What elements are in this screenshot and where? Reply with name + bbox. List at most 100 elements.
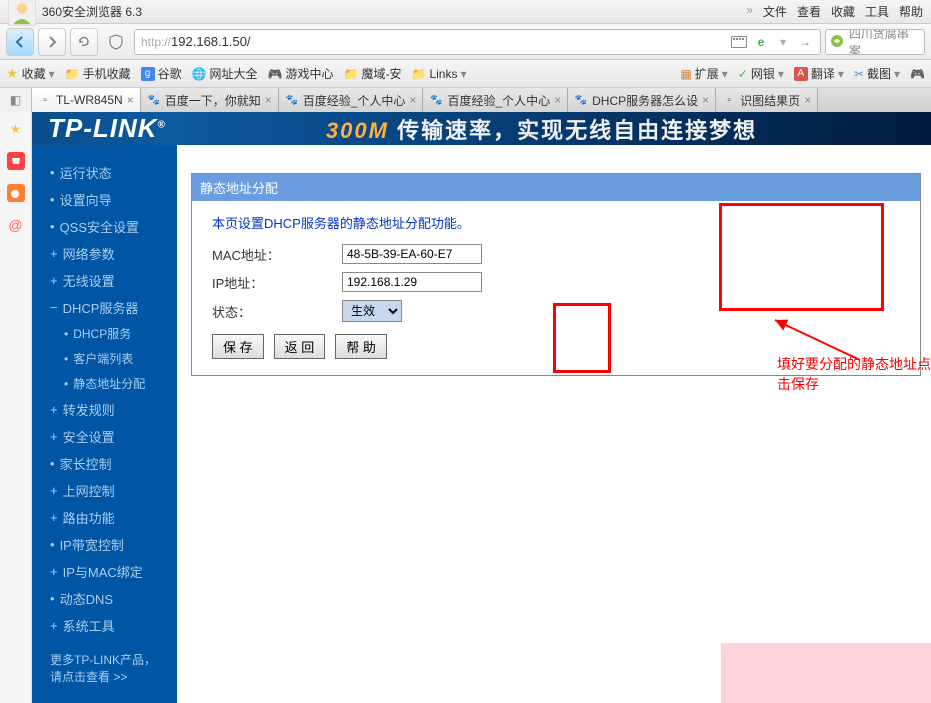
ip-input[interactable] (342, 272, 482, 292)
search-engine-icon (830, 34, 846, 50)
pin-tab[interactable]: ◧ (0, 88, 32, 112)
extensions-button[interactable]: ▦扩展▾ (680, 65, 727, 82)
nav-subitem[interactable]: 客户端列表 (32, 346, 177, 371)
menu-tools[interactable]: 工具 (865, 3, 889, 20)
nav-item[interactable]: 无线设置 (32, 267, 177, 294)
nav-item[interactable]: 动态DNS (32, 585, 177, 612)
grid-icon: ▦ (680, 67, 691, 81)
back-button[interactable] (6, 28, 34, 56)
address-bar[interactable]: http://192.168.1.50/ e ▾ → (134, 29, 821, 55)
tab[interactable]: 🐾 百度一下，你就知 × (141, 88, 279, 112)
shopping-icon[interactable] (7, 152, 25, 170)
help-button[interactable]: 帮 助 (335, 334, 387, 359)
tab-label: DHCP服务器怎么设 (592, 92, 698, 109)
close-icon[interactable]: × (409, 93, 416, 107)
nav-item[interactable]: 网络参数 (32, 240, 177, 267)
weibo-icon[interactable] (7, 184, 25, 202)
nav-item[interactable]: 路由功能 (32, 504, 177, 531)
close-icon[interactable]: × (804, 93, 811, 107)
folder-icon: 📁 (65, 67, 80, 81)
menu-favorites[interactable]: 收藏 (831, 3, 855, 20)
menu-help[interactable]: 帮助 (899, 3, 923, 20)
search-box[interactable]: 四川贪腐串案 (825, 29, 925, 55)
bookmark-item[interactable]: 🎮游戏中心 (268, 65, 334, 82)
tab-strip: ◧ ▫ TL-WR845N × 🐾 百度一下，你就知 × 🐾 百度经验_个人中心… (0, 88, 931, 112)
forward-button[interactable] (38, 28, 66, 56)
search-placeholder: 四川贪腐串案 (849, 29, 920, 55)
tab-active[interactable]: ▫ TL-WR845N × (32, 88, 141, 112)
star-icon: ★ (6, 65, 19, 82)
menu-view[interactable]: 查看 (797, 3, 821, 20)
nav-item[interactable]: 运行状态 (32, 159, 177, 186)
keyboard-icon[interactable] (730, 34, 748, 50)
nav-more-link[interactable]: 更多TP-LINK产品， 请点击查看 >> (32, 639, 177, 689)
nav-item[interactable]: 安全设置 (32, 423, 177, 450)
bookmark-item[interactable]: 📁手机收藏 (65, 65, 131, 82)
tab-label: 识图结果页 (740, 92, 800, 109)
browser-sidebar: ★ @ (0, 112, 32, 703)
bookmarks-bar: ★收藏▾ 📁手机收藏 g谷歌 🌐网址大全 🎮游戏中心 📁魔域-安 📁Links▾… (0, 60, 931, 88)
nav-item[interactable]: 系统工具 (32, 612, 177, 639)
url-prefix: http:// (141, 35, 171, 49)
tab[interactable]: 🐾 百度经验_个人中心 × (423, 88, 568, 112)
more-icon[interactable]: » (746, 3, 753, 20)
tplink-logo: TP-LINK® (48, 113, 166, 144)
nav-item[interactable]: 上网控制 (32, 477, 177, 504)
watermark-overlay (721, 643, 931, 703)
close-icon[interactable]: × (265, 93, 272, 107)
bookmark-item[interactable]: g谷歌 (141, 65, 182, 82)
status-select[interactable]: 生效 (342, 300, 402, 322)
router-main: 静态地址分配 本页设置DHCP服务器的静态地址分配功能。 MAC地址： IP地址… (177, 145, 931, 703)
compat-e-icon[interactable]: e (752, 34, 770, 50)
nav-item[interactable]: 转发规则 (32, 396, 177, 423)
tab[interactable]: 🐾 百度经验_个人中心 × (279, 88, 424, 112)
bookmark-item[interactable]: 📁Links▾ (411, 67, 466, 81)
bank-label: 网银 (751, 65, 775, 82)
favorites-button[interactable]: ★收藏▾ (6, 65, 55, 82)
nav-item[interactable]: 设置向导 (32, 186, 177, 213)
at-icon[interactable]: @ (7, 216, 25, 234)
netbank-button[interactable]: ✓网银▾ (738, 65, 784, 82)
go-arrow-icon[interactable]: → (796, 34, 814, 50)
dropdown-icon[interactable]: ▾ (774, 34, 792, 50)
translate-button[interactable]: A翻译▾ (794, 65, 844, 82)
user-avatar-icon[interactable] (8, 0, 36, 26)
mac-input[interactable] (342, 244, 482, 264)
close-icon[interactable]: × (127, 93, 134, 107)
page-icon: ▫ (38, 93, 52, 107)
tab[interactable]: 🐾 DHCP服务器怎么设 × (568, 88, 716, 112)
page-icon: ▫ (722, 93, 736, 107)
panel-title: 静态地址分配 (192, 174, 920, 201)
nav-subitem[interactable]: DHCP服务 (32, 321, 177, 346)
back-button[interactable]: 返 回 (274, 334, 326, 359)
config-panel: 静态地址分配 本页设置DHCP服务器的静态地址分配功能。 MAC地址： IP地址… (191, 173, 921, 376)
save-button[interactable]: 保 存 (212, 334, 264, 359)
favorites-label: 收藏 (22, 65, 46, 82)
nav-item[interactable]: DHCP服务器 (32, 294, 177, 321)
nav-item[interactable]: IP带宽控制 (32, 531, 177, 558)
nav-subitem[interactable]: 静态地址分配 (32, 371, 177, 396)
baidu-icon: 🐾 (147, 93, 161, 107)
nav-item[interactable]: 家长控制 (32, 450, 177, 477)
tab-label: 百度一下，你就知 (165, 92, 261, 109)
nav-item[interactable]: QSS安全设置 (32, 213, 177, 240)
tab[interactable]: ▫ 识图结果页 × (716, 88, 818, 112)
bookmark-item[interactable]: 🌐网址大全 (192, 65, 258, 82)
screenshot-button[interactable]: ✂截图▾ (854, 65, 900, 82)
game-icon-button[interactable]: 🎮 (910, 67, 925, 81)
baidu-icon: 🐾 (285, 93, 299, 107)
refresh-button[interactable] (70, 28, 98, 56)
shield-icon[interactable] (102, 28, 130, 56)
bookmark-label: 游戏中心 (286, 65, 334, 82)
close-icon[interactable]: × (702, 93, 709, 107)
close-icon[interactable]: × (554, 93, 561, 107)
menu-file[interactable]: 文件 (763, 3, 787, 20)
form-row-mac: MAC地址： (212, 244, 900, 264)
star-fav-icon[interactable]: ★ (7, 120, 25, 138)
router-header: TP-LINK® 300M 传输速率，实现无线自由连接梦想 (32, 112, 931, 145)
status-label: 状态： (212, 302, 342, 321)
bookmark-label: 手机收藏 (83, 65, 131, 82)
nav-item[interactable]: IP与MAC绑定 (32, 558, 177, 585)
bookmark-item[interactable]: 📁魔域-安 (344, 65, 402, 82)
bookmark-label: Links (429, 67, 457, 81)
